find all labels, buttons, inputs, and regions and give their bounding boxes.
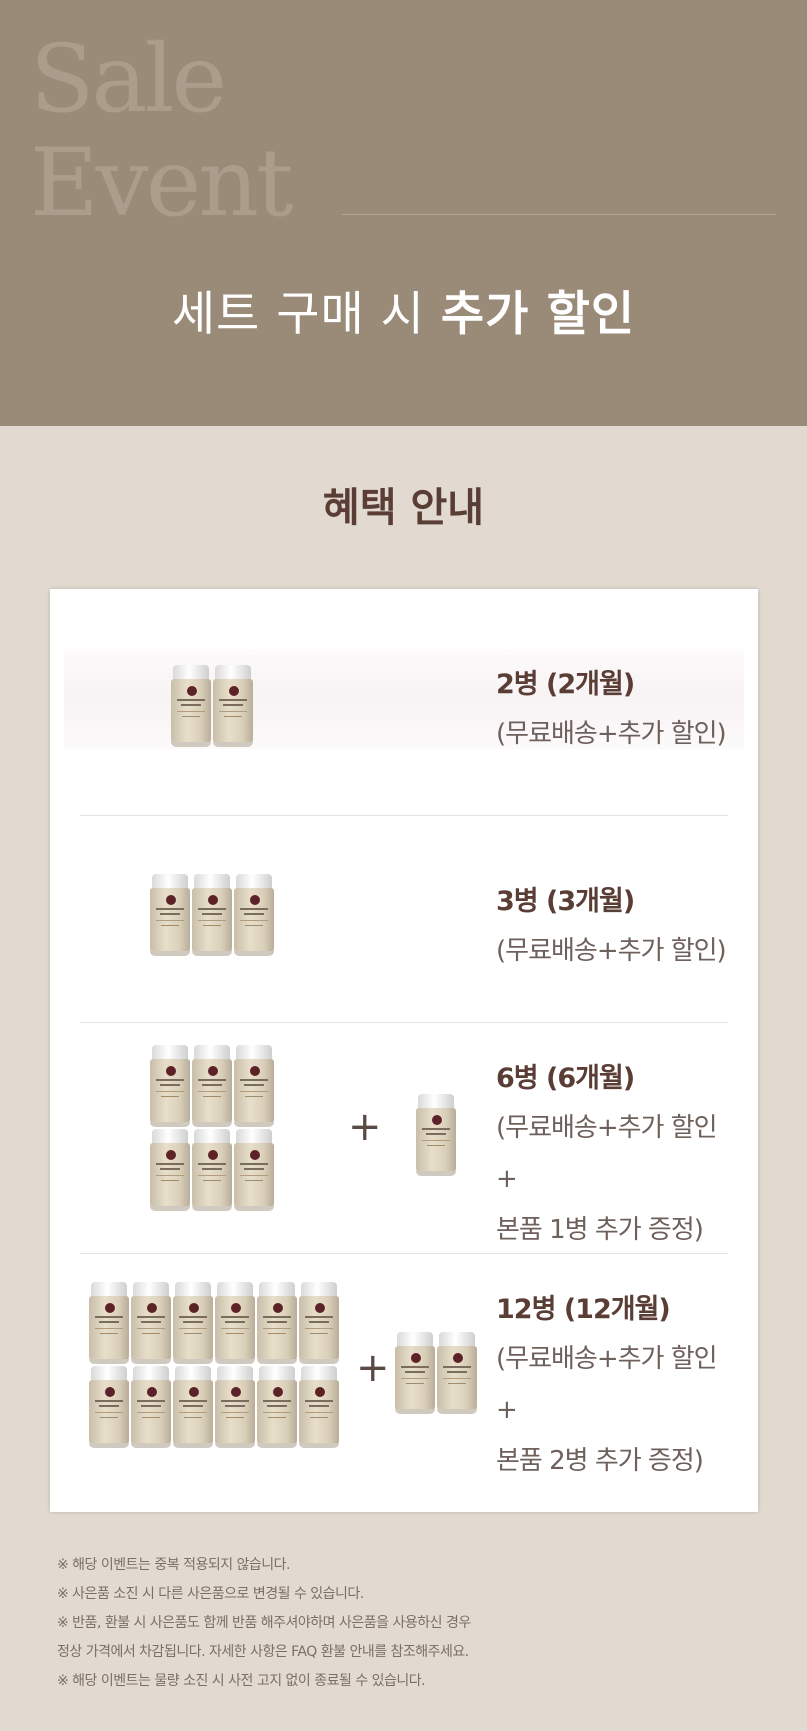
supplement-bottle-icon	[299, 1366, 339, 1448]
supplement-bottle-icon	[213, 665, 253, 747]
supplement-bottle-icon	[192, 874, 232, 956]
supplement-bottle-icon	[150, 1129, 190, 1211]
offer-text-2: 2병 (2개월) (무료배송+추가 할인)	[496, 661, 727, 760]
plus-icon: +	[356, 1345, 390, 1391]
offer-description: (무료배송+추가 할인)	[496, 936, 727, 966]
supplement-bottle-icon	[150, 874, 190, 956]
supplement-bottle-icon	[192, 1045, 232, 1127]
offer-row-2-bottles: 2병 (2개월) (무료배송+추가 할인)	[64, 589, 744, 815]
offer-row-3-bottles: 3병 (3개월) (무료배송+추가 할인)	[80, 816, 728, 1022]
offer-row-6-bottles: + 6병 (6개월) (무료배송+추가 할인+ 본품 1병 추가 증정)	[80, 1023, 728, 1253]
notice-item: ※ 해당 이벤트는 물량 소진 시 사전 고지 없이 종료될 수 있습니다.	[57, 1673, 426, 1689]
sale-event-banner: Sale Event 세트 구매 시 추가 할인	[0, 0, 807, 426]
supplement-bottle-icon	[150, 1045, 190, 1127]
supplement-bottle-icon	[416, 1094, 456, 1176]
supplement-bottle-icon	[234, 874, 274, 956]
supplement-bottle-icon	[192, 1129, 232, 1211]
notice-item: ※ 반품, 환불 시 사은품도 함께 반품 해주셔야하며 사은품을 사용하신 경…	[57, 1615, 471, 1660]
offer-description: (무료배송+추가 할인+ 본품 2병 추가 증정)	[496, 1344, 718, 1476]
supplement-bottle-icon	[234, 1045, 274, 1127]
sale-event-watermark: Sale Event	[30, 25, 294, 238]
notice-item: ※ 해당 이벤트는 중복 적용되지 않습니다.	[57, 1557, 291, 1573]
supplement-bottle-icon	[257, 1282, 297, 1364]
plus-icon: +	[348, 1104, 382, 1150]
supplement-bottle-icon	[395, 1332, 435, 1414]
offer-card: 2병 (2개월) (무료배송+추가 할인) 3병 (3개월) (무료배송+추가 …	[50, 589, 758, 1512]
hero-heading: 세트 구매 시 추가 할인	[0, 280, 807, 350]
event-notice-list: ※ 해당 이벤트는 중복 적용되지 않습니다. ※ 사은품 소진 시 다른 사은…	[57, 1551, 777, 1696]
hero-heading-emphasis: 추가 할인	[440, 287, 636, 342]
hero-heading-prefix: 세트 구매 시	[171, 287, 441, 342]
offer-row-12-bottles: + 12병 (12개월) (무료배송+추가 할인+ 본품 2병 추가 증정)	[80, 1254, 728, 1494]
supplement-bottle-icon	[437, 1332, 477, 1414]
offer-count-label: 6병 (6개월)	[496, 1063, 635, 1094]
offer-count-label: 12병 (12개월)	[496, 1294, 671, 1325]
offer-text-3: 3병 (3개월) (무료배송+추가 할인)	[496, 878, 727, 977]
supplement-bottle-icon	[257, 1366, 297, 1448]
hero-divider-line	[342, 214, 776, 215]
notice-item: ※ 사은품 소진 시 다른 사은품으로 변경될 수 있습니다.	[57, 1586, 364, 1602]
offer-description: (무료배송+추가 할인)	[496, 719, 727, 749]
offer-count-label: 2병 (2개월)	[496, 669, 635, 700]
supplement-bottle-icon	[173, 1282, 213, 1364]
supplement-bottle-icon	[131, 1366, 171, 1448]
offer-text-12: 12병 (12개월) (무료배송+추가 할인+ 본품 2병 추가 증정)	[496, 1286, 728, 1487]
supplement-bottle-icon	[171, 665, 211, 747]
supplement-bottle-icon	[299, 1282, 339, 1364]
supplement-bottle-icon	[89, 1366, 129, 1448]
supplement-bottle-icon	[89, 1282, 129, 1364]
supplement-bottle-icon	[131, 1282, 171, 1364]
offer-description: (무료배송+추가 할인+ 본품 1병 추가 증정)	[496, 1113, 718, 1245]
supplement-bottle-icon	[234, 1129, 274, 1211]
offer-text-6: 6병 (6개월) (무료배송+추가 할인+ 본품 1병 추가 증정)	[496, 1055, 728, 1256]
offer-count-label: 3병 (3개월)	[496, 886, 635, 917]
supplement-bottle-icon	[215, 1282, 255, 1364]
benefit-section-title: 혜택 안내	[322, 484, 485, 531]
supplement-bottle-icon	[173, 1366, 213, 1448]
supplement-bottle-icon	[215, 1366, 255, 1448]
